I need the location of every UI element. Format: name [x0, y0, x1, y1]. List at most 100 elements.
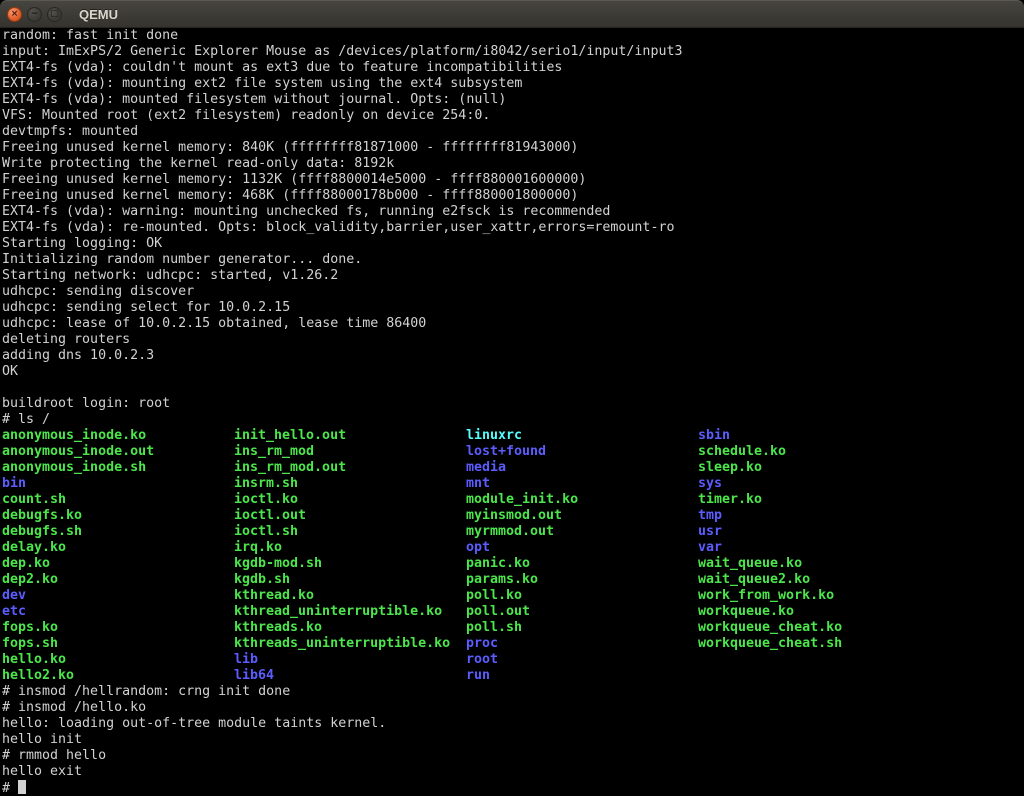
file-entry: init_hello.out [234, 428, 466, 444]
terminal-line: EXT4-fs (vda): warning: mounting uncheck… [2, 204, 1024, 220]
shell-prompt: # [2, 781, 18, 796]
file-entry: ins_rm_mod.out [234, 460, 466, 476]
terminal-line: count.shioctl.komodule_init.kotimer.ko [2, 492, 1024, 508]
terminal-line: anonymous_inode.outins_rm_modlost+founds… [2, 444, 1024, 460]
terminal-line: hello init [2, 732, 1024, 748]
file-entry: media [466, 460, 698, 476]
terminal-line [2, 380, 1024, 396]
terminal-line: Write protecting the kernel read-only da… [2, 156, 1024, 172]
maximize-button[interactable]: □ [47, 7, 62, 22]
terminal-line: # insmod /hello.ko [2, 700, 1024, 716]
file-entry: sys [698, 476, 722, 492]
file-entry: wait_queue2.ko [698, 572, 810, 588]
file-entry: schedule.ko [698, 444, 786, 460]
terminal-line: EXT4-fs (vda): mounted filesystem withou… [2, 92, 1024, 108]
terminal-line: bininsrm.shmntsys [2, 476, 1024, 492]
close-button[interactable]: × [7, 7, 22, 22]
terminal-line: adding dns 10.0.2.3 [2, 348, 1024, 364]
terminal-line: hello: loading out-of-tree module taints… [2, 716, 1024, 732]
close-icon: × [11, 10, 19, 19]
file-entry: ioctl.ko [234, 492, 466, 508]
file-entry: count.sh [2, 492, 234, 508]
terminal-line: hello exit [2, 764, 1024, 780]
minimize-icon: − [31, 10, 39, 19]
terminal-line: fops.kokthreads.kopoll.shworkqueue_cheat… [2, 620, 1024, 636]
terminal-line: EXT4-fs (vda): couldn't mount as ext3 du… [2, 60, 1024, 76]
file-entry: kthreads_uninterruptible.ko [234, 636, 466, 652]
terminal-line: EXT4-fs (vda): re-mounted. Opts: block_v… [2, 220, 1024, 236]
file-entry: kthread.ko [234, 588, 466, 604]
terminal-line: buildroot login: root [2, 396, 1024, 412]
file-entry: work_from_work.ko [698, 588, 834, 604]
terminal-line: Initializing random number generator... … [2, 252, 1024, 268]
file-entry: sleep.ko [698, 460, 762, 476]
file-entry: timer.ko [698, 492, 762, 508]
file-entry: poll.sh [466, 620, 698, 636]
terminal-line: delay.koirq.kooptvar [2, 540, 1024, 556]
file-entry: workqueue_cheat.ko [698, 620, 842, 636]
file-entry: dep2.ko [2, 572, 234, 588]
terminal-line: dep.kokgdb-mod.shpanic.kowait_queue.ko [2, 556, 1024, 572]
file-entry: poll.ko [466, 588, 698, 604]
terminal-line: Freeing unused kernel memory: 1132K (fff… [2, 172, 1024, 188]
maximize-icon: □ [50, 10, 59, 19]
terminal-line: # [2, 780, 1024, 796]
file-entry: bin [2, 476, 234, 492]
window-title: QEMU [79, 7, 118, 22]
terminal-line: hello2.kolib64run [2, 668, 1024, 684]
file-entry: wait_queue.ko [698, 556, 802, 572]
terminal-line: # insmod /hellrandom: crng init done [2, 684, 1024, 700]
file-entry: opt [466, 540, 698, 556]
minimize-button[interactable]: − [27, 7, 42, 22]
file-entry: lib64 [234, 668, 466, 684]
file-entry: anonymous_inode.sh [2, 460, 234, 476]
terminal-line: fops.shkthreads_uninterruptible.koprocwo… [2, 636, 1024, 652]
titlebar[interactable]: × − □ QEMU [0, 0, 1024, 28]
file-entry: usr [698, 524, 722, 540]
file-entry: ins_rm_mod [234, 444, 466, 460]
terminal-line: etckthread_uninterruptible.kopoll.outwor… [2, 604, 1024, 620]
file-entry: etc [2, 604, 234, 620]
file-entry: fops.ko [2, 620, 234, 636]
terminal-line: dep2.kokgdb.shparams.kowait_queue2.ko [2, 572, 1024, 588]
terminal[interactable]: random: fast init doneinput: ImExPS/2 Ge… [0, 28, 1024, 796]
terminal-line: deleting routers [2, 332, 1024, 348]
terminal-line: Starting network: udhcpc: started, v1.26… [2, 268, 1024, 284]
file-entry: proc [466, 636, 698, 652]
file-entry: hello2.ko [2, 668, 234, 684]
file-entry: workqueue.ko [698, 604, 794, 620]
file-entry: linuxrc [466, 428, 698, 444]
file-entry: debugfs.sh [2, 524, 234, 540]
terminal-line: VFS: Mounted root (ext2 filesystem) read… [2, 108, 1024, 124]
terminal-line: Starting logging: OK [2, 236, 1024, 252]
terminal-line: # rmmod hello [2, 748, 1024, 764]
file-entry: anonymous_inode.out [2, 444, 234, 460]
file-entry: lost+found [466, 444, 698, 460]
terminal-line: udhcpc: sending select for 10.0.2.15 [2, 300, 1024, 316]
file-entry: params.ko [466, 572, 698, 588]
file-entry: ioctl.sh [234, 524, 466, 540]
qemu-window: × − □ QEMU random: fast init doneinput: … [0, 0, 1024, 796]
terminal-line: udhcpc: sending discover [2, 284, 1024, 300]
file-entry: fops.sh [2, 636, 234, 652]
file-entry: debugfs.ko [2, 508, 234, 524]
terminal-line: OK [2, 364, 1024, 380]
terminal-line: Freeing unused kernel memory: 468K (ffff… [2, 188, 1024, 204]
file-entry: hello.ko [2, 652, 234, 668]
file-entry: myrmmod.out [466, 524, 698, 540]
file-entry: dep.ko [2, 556, 234, 572]
terminal-line: debugfs.koioctl.outmyinsmod.outtmp [2, 508, 1024, 524]
terminal-line: devkthread.kopoll.kowork_from_work.ko [2, 588, 1024, 604]
file-entry: irq.ko [234, 540, 466, 556]
file-entry: root [466, 652, 698, 668]
file-entry: sbin [698, 428, 730, 444]
file-entry: workqueue_cheat.sh [698, 636, 842, 652]
file-entry: insrm.sh [234, 476, 466, 492]
file-entry: panic.ko [466, 556, 698, 572]
file-entry: anonymous_inode.ko [2, 428, 234, 444]
terminal-line: udhcpc: lease of 10.0.2.15 obtained, lea… [2, 316, 1024, 332]
terminal-line: debugfs.shioctl.shmyrmmod.outusr [2, 524, 1024, 540]
terminal-line: Freeing unused kernel memory: 840K (ffff… [2, 140, 1024, 156]
terminal-line: anonymous_inode.koinit_hello.outlinuxrcs… [2, 428, 1024, 444]
file-entry: lib [234, 652, 466, 668]
